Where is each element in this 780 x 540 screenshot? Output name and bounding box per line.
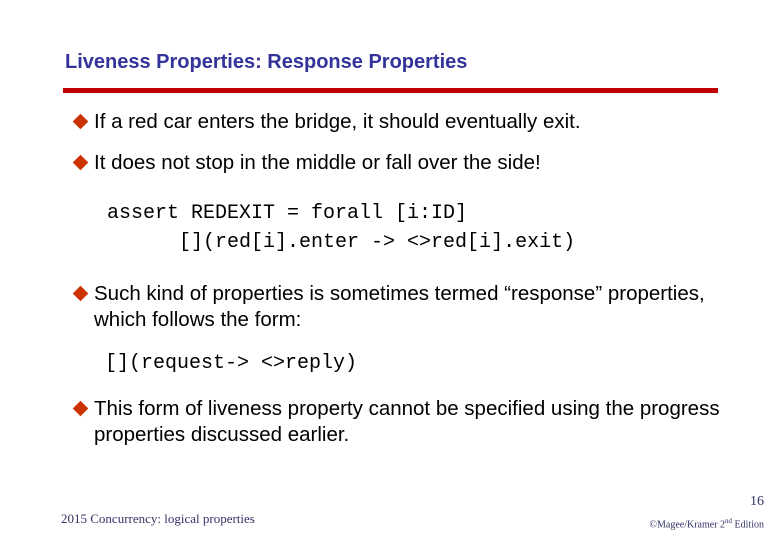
bullet-item: It does not stop in the middle or fall o…	[72, 150, 732, 176]
copyright-suffix: Edition	[732, 519, 764, 531]
bullet-text: Such kind of properties is sometimes ter…	[94, 282, 705, 331]
copyright-prefix: ©Magee/Kramer 2	[649, 519, 726, 531]
bullet-text: If a red car enters the bridge, it shoul…	[94, 110, 581, 133]
code-line: [](request-> <>reply)	[105, 352, 358, 375]
bullet-item: Such kind of properties is sometimes ter…	[72, 281, 712, 333]
title-divider	[63, 88, 718, 93]
copyright-sup: nd	[725, 517, 733, 525]
code-line: assert REDEXIT = forall [i:ID]	[107, 202, 468, 225]
slide-title: Liveness Properties: Response Properties	[65, 51, 468, 73]
bullet-text: This form of liveness property cannot be…	[94, 397, 720, 446]
footer-course-title: 2015 Concurrency: logical properties	[61, 511, 255, 526]
code-line: [](red[i].enter -> <>red[i].exit)	[107, 231, 576, 254]
page-number: 16	[750, 494, 764, 509]
bullet-text: It does not stop in the middle or fall o…	[94, 151, 541, 174]
code-block-assert: assert REDEXIT = forall [i:ID] [](red[i]…	[107, 199, 575, 257]
copyright-notice: ©Magee/Kramer 2nd Edition	[649, 517, 764, 530]
bullet-item: If a red car enters the bridge, it shoul…	[72, 109, 732, 135]
bullet-item: This form of liveness property cannot be…	[72, 396, 742, 448]
code-block-response-form: [](request-> <>reply)	[105, 349, 357, 378]
